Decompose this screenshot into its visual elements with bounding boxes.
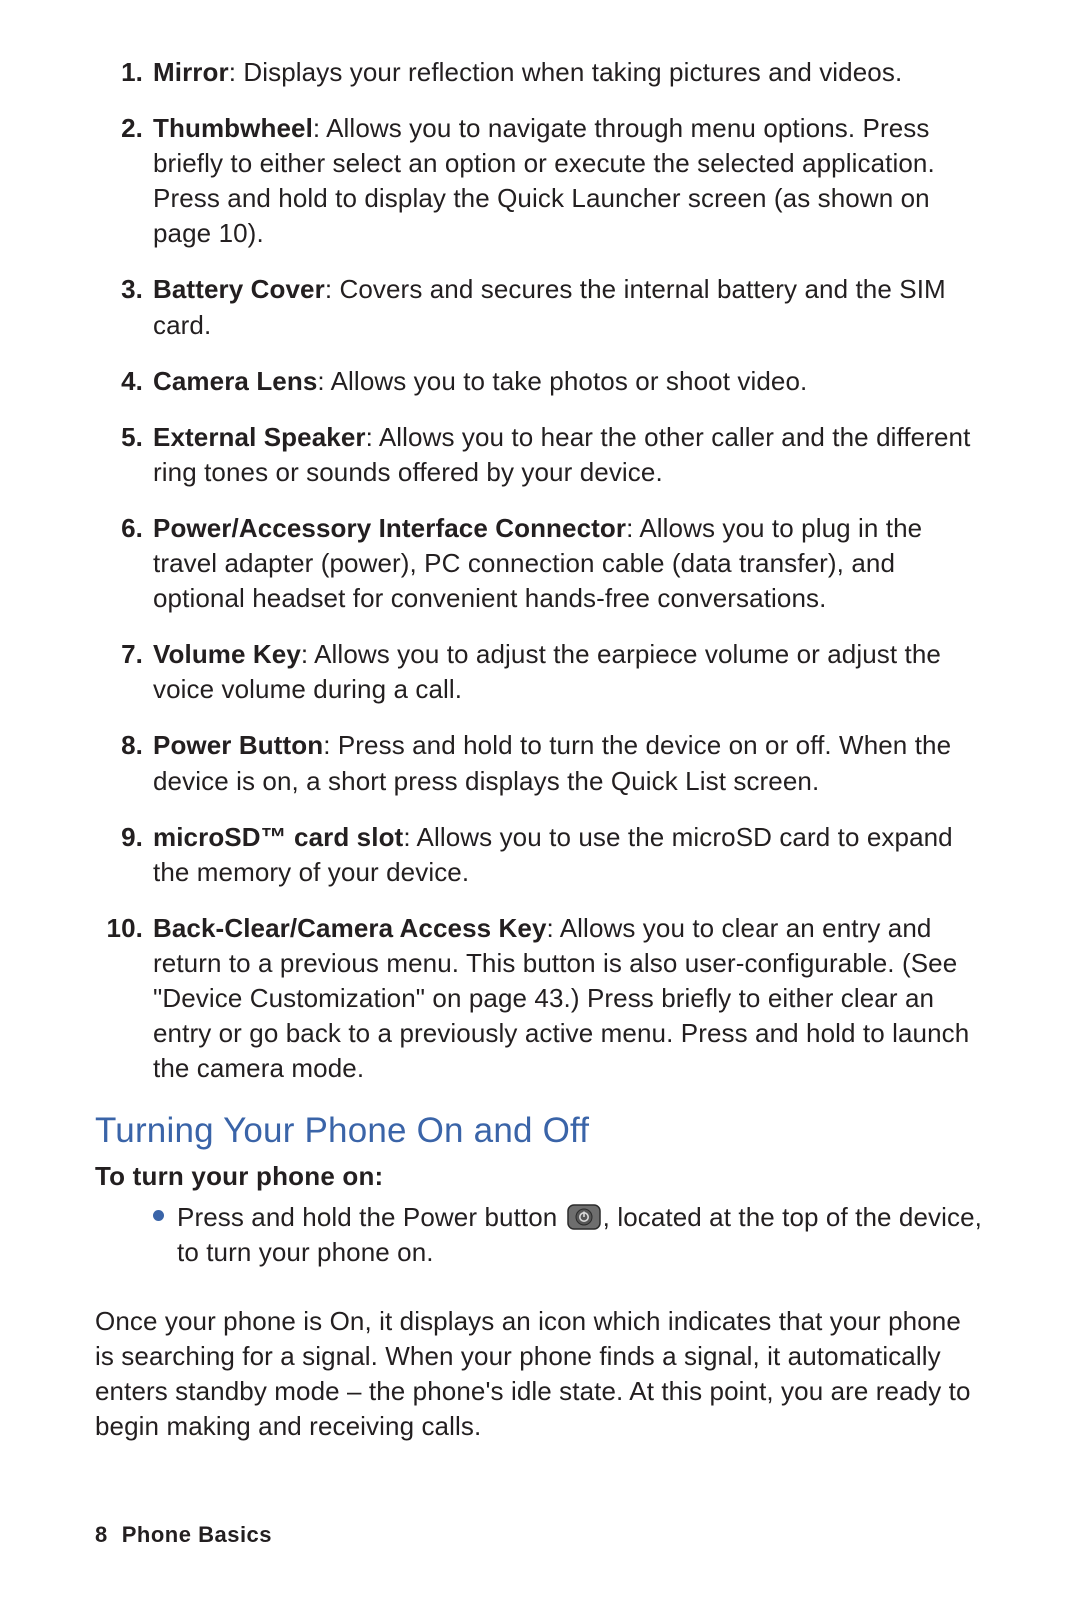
feature-term: Volume Key xyxy=(153,639,301,669)
list-item: Power/Accessory Interface Connector: All… xyxy=(95,511,985,616)
page-footer: 8 Phone Basics xyxy=(95,1520,272,1550)
list-item: Power Button: Press and hold to turn the… xyxy=(95,728,985,798)
instruction-list: Press and hold the Power button , locate… xyxy=(95,1200,985,1270)
list-item: Back-Clear/Camera Access Key: Allows you… xyxy=(95,911,985,1086)
footer-title: Phone Basics xyxy=(122,1522,272,1547)
section-heading: Turning Your Phone On and Off xyxy=(95,1107,985,1154)
list-item: External Speaker: Allows you to hear the… xyxy=(95,420,985,490)
power-button-icon xyxy=(567,1204,601,1230)
feature-term: Mirror xyxy=(153,57,229,87)
feature-term: Thumbwheel xyxy=(153,113,313,143)
list-item: Volume Key: Allows you to adjust the ear… xyxy=(95,637,985,707)
body-paragraph: Once your phone is On, it displays an ic… xyxy=(95,1304,985,1444)
feature-term: Power Button xyxy=(153,730,323,760)
feature-term: Camera Lens xyxy=(153,366,317,396)
feature-term: Battery Cover xyxy=(153,274,325,304)
subheading: To turn your phone on: xyxy=(95,1159,985,1194)
feature-list: Mirror: Displays your reflection when ta… xyxy=(95,55,985,1086)
feature-desc: : Displays your reflection when taking p… xyxy=(229,57,903,87)
instruction-item: Press and hold the Power button , locate… xyxy=(153,1200,985,1270)
page: Mirror: Displays your reflection when ta… xyxy=(0,0,1080,1620)
list-item: microSD™ card slot: Allows you to use th… xyxy=(95,820,985,890)
page-number: 8 xyxy=(95,1522,108,1547)
feature-term: External Speaker xyxy=(153,422,366,452)
feature-desc: : Allows you to take photos or shoot vid… xyxy=(317,366,807,396)
feature-term: microSD™ card slot xyxy=(153,822,403,852)
feature-term: Back-Clear/Camera Access Key xyxy=(153,913,547,943)
list-item: Battery Cover: Covers and secures the in… xyxy=(95,272,985,342)
list-item: Thumbwheel: Allows you to navigate throu… xyxy=(95,111,985,251)
list-item: Camera Lens: Allows you to take photos o… xyxy=(95,364,985,399)
feature-term: Power/Accessory Interface Connector xyxy=(153,513,626,543)
instruction-text-before: Press and hold the Power button xyxy=(177,1202,565,1232)
list-item: Mirror: Displays your reflection when ta… xyxy=(95,55,985,90)
